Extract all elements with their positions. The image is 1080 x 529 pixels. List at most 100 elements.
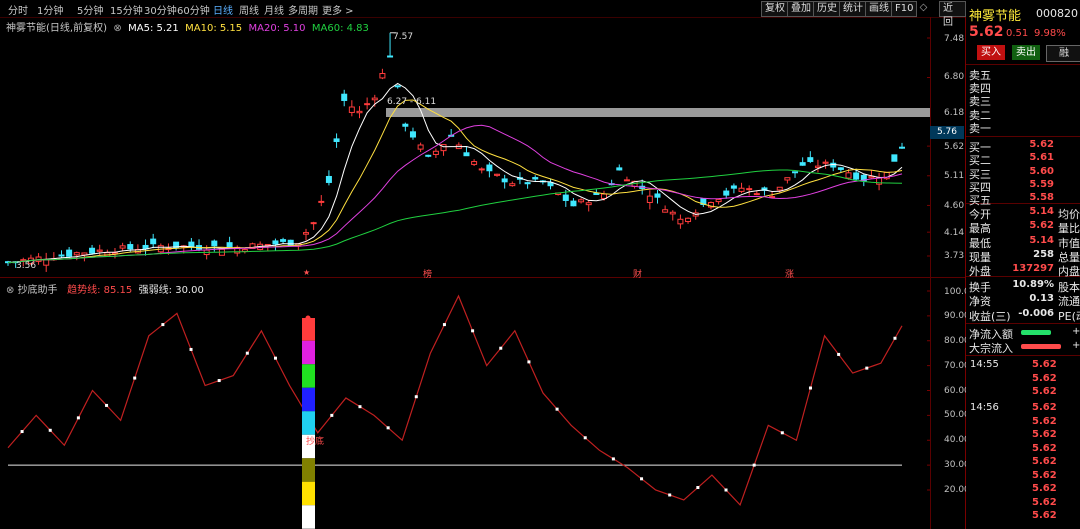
flow-bar — [1021, 344, 1061, 349]
candle-body — [432, 150, 439, 155]
candle-body — [73, 252, 80, 256]
candle-body — [471, 161, 478, 165]
trend-marker — [330, 413, 334, 417]
candle-body — [524, 182, 531, 185]
candle-body — [394, 85, 401, 88]
indicator-name: 抄底助手 — [17, 285, 58, 296]
trend-marker — [414, 395, 418, 399]
candle-body — [425, 154, 432, 157]
price-axis-tick: 6.80 — [944, 72, 965, 82]
candle-body — [379, 73, 386, 79]
tick-price: 5.62 — [1032, 402, 1057, 413]
candle-body — [784, 177, 791, 181]
candle-body — [310, 222, 317, 225]
candle-body — [746, 188, 753, 191]
trend-marker — [133, 376, 137, 380]
ask-level-label: 卖一 — [969, 122, 991, 135]
ma20-line — [7, 124, 903, 263]
candle-body — [723, 190, 730, 196]
candle-body — [58, 254, 65, 257]
trend-marker — [442, 323, 446, 327]
price-axis-tick: 4.14 — [944, 228, 965, 238]
candle-body — [341, 93, 348, 101]
trend-marker — [555, 407, 559, 411]
price-change: 0.51 — [1006, 28, 1029, 39]
trend-marker — [471, 329, 475, 333]
settings-icon[interactable]: ⊗ — [6, 285, 18, 296]
candle-body — [272, 240, 279, 245]
signal-dot — [305, 315, 311, 321]
current-price-tag: 5.76 — [930, 126, 964, 139]
candle-body — [96, 249, 103, 252]
quote-stat-value: 5.62 — [1029, 220, 1054, 232]
flow-bar — [1021, 330, 1051, 335]
signal-block — [302, 481, 315, 506]
bid-level-value: 5.59 — [1029, 178, 1054, 190]
candle-body — [89, 247, 96, 254]
price-axis-tick: 5.62 — [944, 142, 965, 152]
candle-body — [562, 194, 569, 201]
tick-price: 5.62 — [1032, 510, 1057, 521]
trend-marker — [752, 463, 756, 467]
candle-body — [578, 199, 585, 203]
range-annotation: 6.27 - 6.11 — [387, 97, 437, 107]
stock-code: 000820 — [1036, 7, 1078, 20]
quote-stat-value: 258 — [1033, 248, 1054, 260]
sell-button[interactable]: 卖出 — [1012, 45, 1040, 60]
ma60-line — [7, 169, 903, 263]
tick-price: 5.62 — [1032, 469, 1057, 481]
tick-time: 14:56 — [970, 402, 999, 413]
trend-marker — [499, 346, 503, 350]
trend-marker — [245, 351, 249, 355]
event-marker-list[interactable]: 榜 — [423, 267, 432, 280]
candle-body — [776, 186, 783, 191]
candle-body — [837, 167, 844, 170]
candle-body — [845, 172, 852, 179]
trend-marker — [668, 493, 672, 497]
kline-chart[interactable] — [0, 0, 966, 529]
candle-body — [646, 195, 653, 203]
price-axis-tick: 7.48 — [944, 34, 965, 44]
trend-line-label: 趋势线: 85.15 — [67, 285, 133, 296]
price-axis-tick: 4.60 — [944, 201, 965, 211]
last-price: 5.62 — [969, 24, 1004, 40]
bid-level-value: 5.58 — [1029, 192, 1054, 204]
candle-body — [364, 103, 371, 106]
ma10-line — [7, 99, 903, 263]
candle-body — [150, 238, 157, 245]
candle-body — [532, 177, 539, 180]
finance-stat-tail-label: PE(动 — [1058, 309, 1080, 323]
trend-marker — [217, 379, 221, 383]
tick-price: 5.62 — [1032, 496, 1057, 508]
candle-body — [899, 146, 905, 149]
margin-button[interactable]: 融 — [1046, 45, 1080, 62]
trend-marker — [780, 431, 784, 435]
trend-line — [7, 294, 903, 507]
buy-button[interactable]: 买入 — [977, 45, 1005, 60]
event-marker-star[interactable]: ★ — [303, 268, 310, 277]
tick-price: 5.62 — [1032, 372, 1057, 384]
trend-marker — [808, 386, 812, 390]
candle-body — [318, 200, 325, 203]
panel-divider — [0, 277, 966, 278]
trend-marker — [105, 403, 109, 407]
candle-body — [753, 193, 760, 196]
candle-body — [402, 123, 409, 127]
price-axis-tick: 6.18 — [944, 108, 965, 118]
event-marker-rise[interactable]: 涨 — [785, 267, 794, 280]
price-change-pct: 9.98% — [1034, 28, 1066, 39]
quote-stat-value: 5.14 — [1029, 234, 1054, 246]
axis-divider — [930, 17, 931, 529]
candle-body — [287, 239, 294, 246]
trend-marker — [20, 430, 24, 434]
candle-body — [654, 193, 661, 198]
trend-marker — [724, 488, 728, 492]
candle-body — [799, 162, 806, 166]
candle-body — [356, 110, 363, 114]
candle-body — [585, 202, 592, 206]
candle-body — [715, 198, 722, 203]
event-marker-finance[interactable]: 财 — [633, 267, 642, 280]
quote-stat-value: 137297 — [1012, 263, 1054, 275]
signal-block — [302, 505, 315, 529]
candle-body — [463, 152, 470, 157]
